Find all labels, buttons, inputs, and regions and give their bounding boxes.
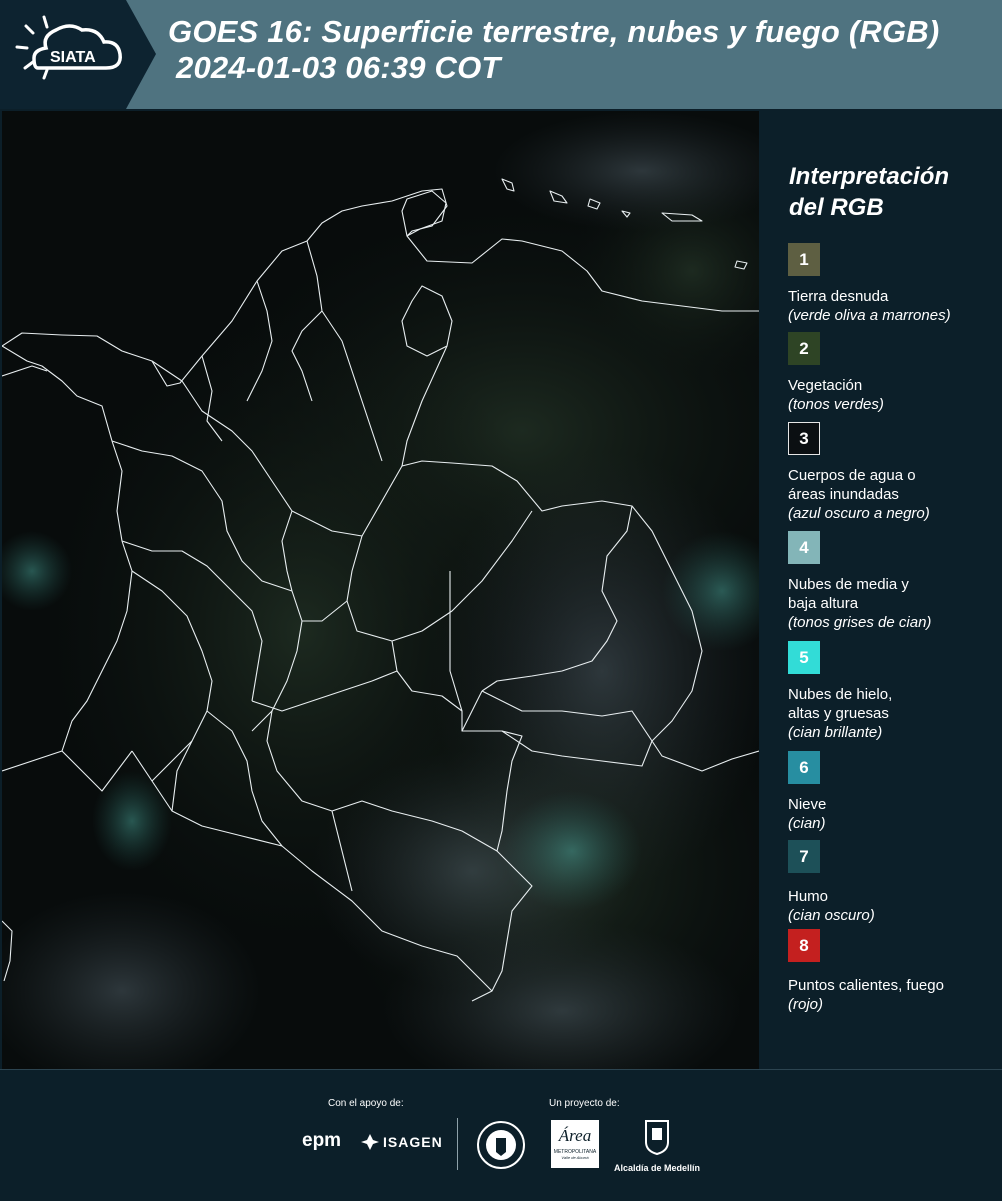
legend-item-label: Nubes de media y baja altura <box>788 576 909 612</box>
legend-swatch: 2 <box>788 332 820 365</box>
legend-swatch: 4 <box>788 531 820 564</box>
satellite-map <box>2 111 759 1069</box>
legend-item-label: Cuerpos de agua o áreas inundadas <box>788 467 916 503</box>
legend-item-vegetation: 2 Vegetación (tonos verdes) <box>788 332 998 414</box>
legend-item-desc: (azul oscuro a negro) <box>788 505 930 522</box>
area-logo-subtext2: Valle de Aburrá <box>561 1155 589 1160</box>
legend-item-label: Vegetación <box>788 377 863 394</box>
alcaldia-text: Alcaldía de Medellín <box>613 1163 701 1173</box>
legend-swatch: 1 <box>788 243 820 276</box>
legend-item-desc: (cian brillante) <box>788 724 883 741</box>
legend-swatch: 5 <box>788 641 820 674</box>
legend-item-desc: (cian oscuro) <box>788 907 875 924</box>
legend-item-desc: (tonos grises de cian) <box>788 614 932 631</box>
legend-item-desc: (tonos verdes) <box>788 396 884 413</box>
legend-item-fire: 8 Puntos calientes, fuego (rojo) <box>788 929 998 1014</box>
footer-divider <box>457 1118 458 1170</box>
legend-swatch: 6 <box>788 751 820 784</box>
seal-logo <box>476 1120 526 1175</box>
legend-swatch: 3 <box>788 422 820 455</box>
legend-item-label: Nieve <box>788 796 827 813</box>
footer: Con el apoyo de: Un proyecto de: epm ISA… <box>0 1069 1002 1201</box>
legend-item-desc: (cian) <box>788 815 826 832</box>
legend-panel: Interpretación del RGB 1 Tierra desnuda … <box>760 111 1002 1069</box>
legend-item-label: Humo <box>788 888 829 905</box>
legend-item-label: Puntos calientes, fuego <box>788 977 944 994</box>
title-main: GOES 16: Superficie terrestre, nubes y f… <box>168 14 940 49</box>
siata-logo: SIATA <box>0 0 158 109</box>
legend-swatch: 7 <box>788 840 820 873</box>
legend-item-mid-low-clouds: 4 Nubes de media y baja altura (tonos gr… <box>788 531 998 632</box>
area-logo-text: Área <box>558 1126 592 1145</box>
map-image <box>2 111 759 1069</box>
legend-title: Interpretación del RGB <box>789 161 989 223</box>
legend-item-snow: 6 Nieve (cian) <box>788 751 998 833</box>
legend-item-desc: (rojo) <box>788 996 824 1013</box>
title-datetime: 2024-01-03 06:39 COT <box>176 50 501 85</box>
alcaldia-logo: Alcaldía de Medellín <box>612 1118 702 1173</box>
support-label: Con el apoyo de: <box>328 1098 404 1109</box>
legend-item-smoke: 7 Humo (cian oscuro) <box>788 840 998 925</box>
legend-item-label: Nubes de hielo, altas y gruesas <box>788 686 893 722</box>
project-label: Un proyecto de: <box>549 1098 620 1109</box>
legend-item-label: Tierra desnuda <box>788 288 889 305</box>
isagen-icon <box>361 1134 379 1150</box>
area-metropolitana-logo: Área METROPOLITANA Valle de Aburrá <box>551 1120 599 1168</box>
legend-item-bare-land: 1 Tierra desnuda (verde oliva a marrones… <box>788 243 998 325</box>
legend-title-line1: Interpretación <box>789 163 950 190</box>
legend-item-ice-clouds: 5 Nubes de hielo, altas y gruesas (cian … <box>788 641 998 742</box>
epm-logo: epm <box>302 1130 342 1151</box>
legend-swatch: 8 <box>788 929 820 962</box>
header-bar: SIATA GOES 16: Superficie terrestre, nub… <box>0 0 1002 109</box>
legend-title-line2: del RGB <box>789 194 884 221</box>
legend-item-water: 3 Cuerpos de agua o áreas inundadas (azu… <box>788 422 998 523</box>
isagen-text: ISAGEN <box>383 1134 443 1150</box>
isagen-logo: ISAGEN <box>360 1132 443 1152</box>
legend-item-desc: (verde oliva a marrones) <box>788 307 951 324</box>
alcaldia-shield-icon <box>645 1120 669 1156</box>
siata-logo-text: SIATA <box>50 49 96 66</box>
page-title: GOES 16: Superficie terrestre, nubes y f… <box>168 14 939 86</box>
